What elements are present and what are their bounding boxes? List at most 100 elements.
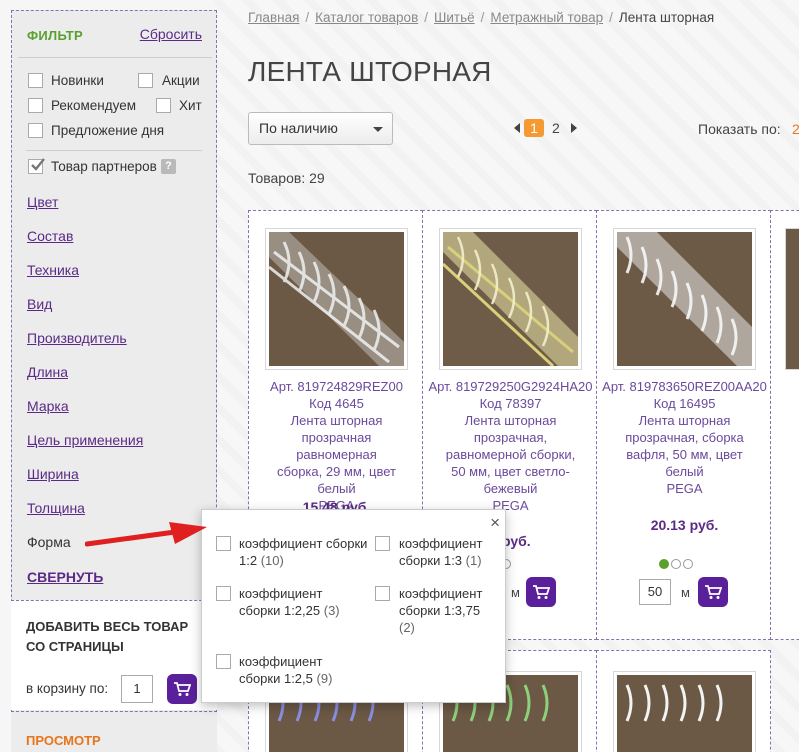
checkbox-new[interactable] — [28, 73, 43, 88]
product-art: Арт. 819724829REZ00 — [270, 379, 403, 394]
breadcrumb: Главная / Каталог товаров / Шитьё / Метражный … — [248, 10, 714, 25]
checkbox-label-deal-of-day: Предложение дня — [51, 123, 165, 138]
checkbox-label-hit: Хит — [179, 98, 202, 113]
checkbox-hit[interactable] — [156, 98, 171, 113]
filter-link-thickness[interactable]: Толщина — [27, 500, 85, 516]
prev-page-icon[interactable] — [514, 123, 520, 133]
sort-select[interactable]: По наличию — [248, 112, 393, 145]
checkbox-label-sales: Акции — [162, 73, 200, 88]
shape-filter-popup: × коэффициент сборки 1:2 (10) коэффициен… — [201, 509, 506, 703]
filter-sidebar: ФИЛЬТР Сбросить Новинки Акции Рекомендуе… — [11, 10, 217, 752]
filter-link-shape[interactable]: Форма — [27, 534, 71, 550]
color-swatch[interactable] — [671, 559, 681, 569]
option-label: коэффициент сборки 1:2,25 (3) — [239, 586, 340, 618]
option-checkbox-1-2[interactable] — [216, 536, 231, 551]
checkbox-label-new: Новинки — [51, 73, 104, 88]
next-page-icon[interactable] — [571, 123, 577, 133]
filter-link-composition[interactable]: Состав — [27, 228, 73, 244]
color-swatch[interactable] — [683, 559, 693, 569]
view-section: ПРОСМОТР — [11, 711, 217, 752]
product-name-link[interactable]: Лента шторная прозрачная, равномерной сб… — [423, 412, 598, 497]
arrow-annotation-icon — [85, 522, 207, 547]
checkbox-label-partners: Товар партнеров — [51, 159, 157, 174]
product-art: Арт. 819783650REZ00AA20 — [602, 379, 767, 394]
product-image-frame[interactable] — [613, 671, 756, 752]
sort-value: По наличию — [259, 120, 338, 136]
option-label: коэффициент сборки 1:3,75 (2) — [399, 586, 483, 635]
divider — [18, 57, 212, 58]
product-code: Код 4645 — [309, 396, 364, 411]
products-count: Товаров: 29 — [248, 170, 325, 186]
add-all-label: в корзину по: — [26, 681, 109, 696]
filter-link-brand[interactable]: Марка — [27, 398, 69, 414]
cart-icon — [174, 682, 191, 696]
filter-link-type[interactable]: Вид — [27, 296, 52, 312]
add-to-cart-button[interactable] — [698, 577, 728, 607]
breadcrumb-yardage[interactable]: Метражный товар — [490, 10, 603, 25]
product-name-link[interactable]: Лента шторная прозрачная равномерная сбо… — [249, 412, 424, 497]
collapse-filter-link[interactable]: СВЕРНУТЬ — [27, 569, 103, 585]
filter-link-technique[interactable]: Техника — [27, 262, 79, 278]
checkbox-label-recommended: Рекомендуем — [51, 98, 136, 113]
product-image-frame[interactable] — [439, 228, 582, 370]
checkbox-recommended[interactable] — [28, 98, 43, 113]
breadcrumb-catalog[interactable]: Каталог товаров — [315, 10, 418, 25]
option-checkbox-1-3-75[interactable] — [375, 586, 390, 601]
breadcrumb-separator: / — [305, 10, 310, 25]
filter-link-length[interactable]: Длина — [27, 364, 68, 380]
product-info: Арт. 819729250G2924HA20 Код 78397 Лента … — [423, 378, 598, 514]
help-icon[interactable]: ? — [161, 159, 176, 174]
checkbox-deal-of-day[interactable] — [28, 123, 43, 138]
product-code: Код 78397 — [479, 396, 542, 411]
color-swatch-selected[interactable] — [659, 559, 669, 569]
product-card: Арт. 819783650REZ00AA20 Код 16495 Лента … — [596, 210, 771, 640]
product-price: 20.13 руб. — [650, 517, 719, 533]
breadcrumb-sewing[interactable]: Шитьё — [434, 10, 475, 25]
option-label: коэффициент сборки 1:2,5 (9) — [239, 654, 333, 686]
breadcrumb-current: Лента шторная — [618, 10, 715, 25]
option-checkbox-1-2-5[interactable] — [216, 654, 231, 669]
filter-reset-link[interactable]: Сбросить — [140, 26, 202, 42]
option-checkbox-1-2-25[interactable] — [216, 586, 231, 601]
page-current: 1 — [524, 119, 544, 137]
filter-link-purpose[interactable]: Цель применения — [27, 432, 143, 448]
option-label: коэффициент сборки 1:2 (10) — [239, 536, 368, 568]
show-by-label: Показать по: — [698, 121, 781, 137]
checkmark-icon — [31, 158, 45, 171]
breadcrumb-home[interactable]: Главная — [248, 10, 299, 25]
ribbon-image — [269, 232, 404, 366]
add-to-cart-button[interactable] — [526, 577, 556, 607]
ribbon-image — [443, 232, 578, 366]
product-card — [596, 650, 771, 752]
filter-link-color[interactable]: Цвет — [27, 194, 58, 210]
page-link-2[interactable]: 2 — [552, 120, 560, 136]
product-photo — [269, 232, 404, 366]
product-art: Арт. 819729250G2924HA20 — [428, 379, 593, 394]
filter-link-manufacturer[interactable]: Производитель — [27, 330, 127, 346]
product-card-partial — [770, 210, 799, 640]
option-checkbox-1-3[interactable] — [375, 536, 390, 551]
view-title: ПРОСМОТР — [26, 733, 101, 748]
product-name-link[interactable]: Лента шторная прозрачная, сборка вафля, … — [597, 412, 772, 480]
show-by-option[interactable]: 2 — [792, 121, 799, 137]
cart-icon — [705, 585, 722, 599]
color-swatches — [659, 556, 699, 569]
add-all-qty-input[interactable]: 1 — [121, 675, 153, 703]
product-info: Арт. 819724829REZ00 Код 4645 Лента шторн… — [249, 378, 424, 514]
product-image-frame[interactable] — [613, 228, 756, 370]
quantity-input[interactable]: 50 — [639, 579, 671, 605]
product-photo — [617, 232, 752, 366]
breadcrumb-separator: / — [424, 10, 429, 25]
breadcrumb-separator: / — [480, 10, 485, 25]
product-image-frame[interactable] — [265, 228, 408, 370]
cart-icon — [533, 585, 550, 599]
filter-link-width[interactable]: Ширина — [27, 466, 79, 482]
product-unit: м — [511, 585, 520, 600]
close-icon[interactable]: × — [490, 513, 500, 533]
product-photo — [785, 228, 799, 370]
checkbox-partners[interactable] — [28, 158, 45, 174]
add-all-title: ДОБАВИТЬ ВЕСЬ ТОВАР СО СТРАНИЦЫ — [26, 619, 189, 654]
add-all-section: ДОБАВИТЬ ВЕСЬ ТОВАР СО СТРАНИЦЫ в корзин… — [11, 600, 217, 710]
checkbox-sales[interactable] — [138, 73, 153, 88]
add-all-cart-button[interactable] — [167, 674, 197, 704]
